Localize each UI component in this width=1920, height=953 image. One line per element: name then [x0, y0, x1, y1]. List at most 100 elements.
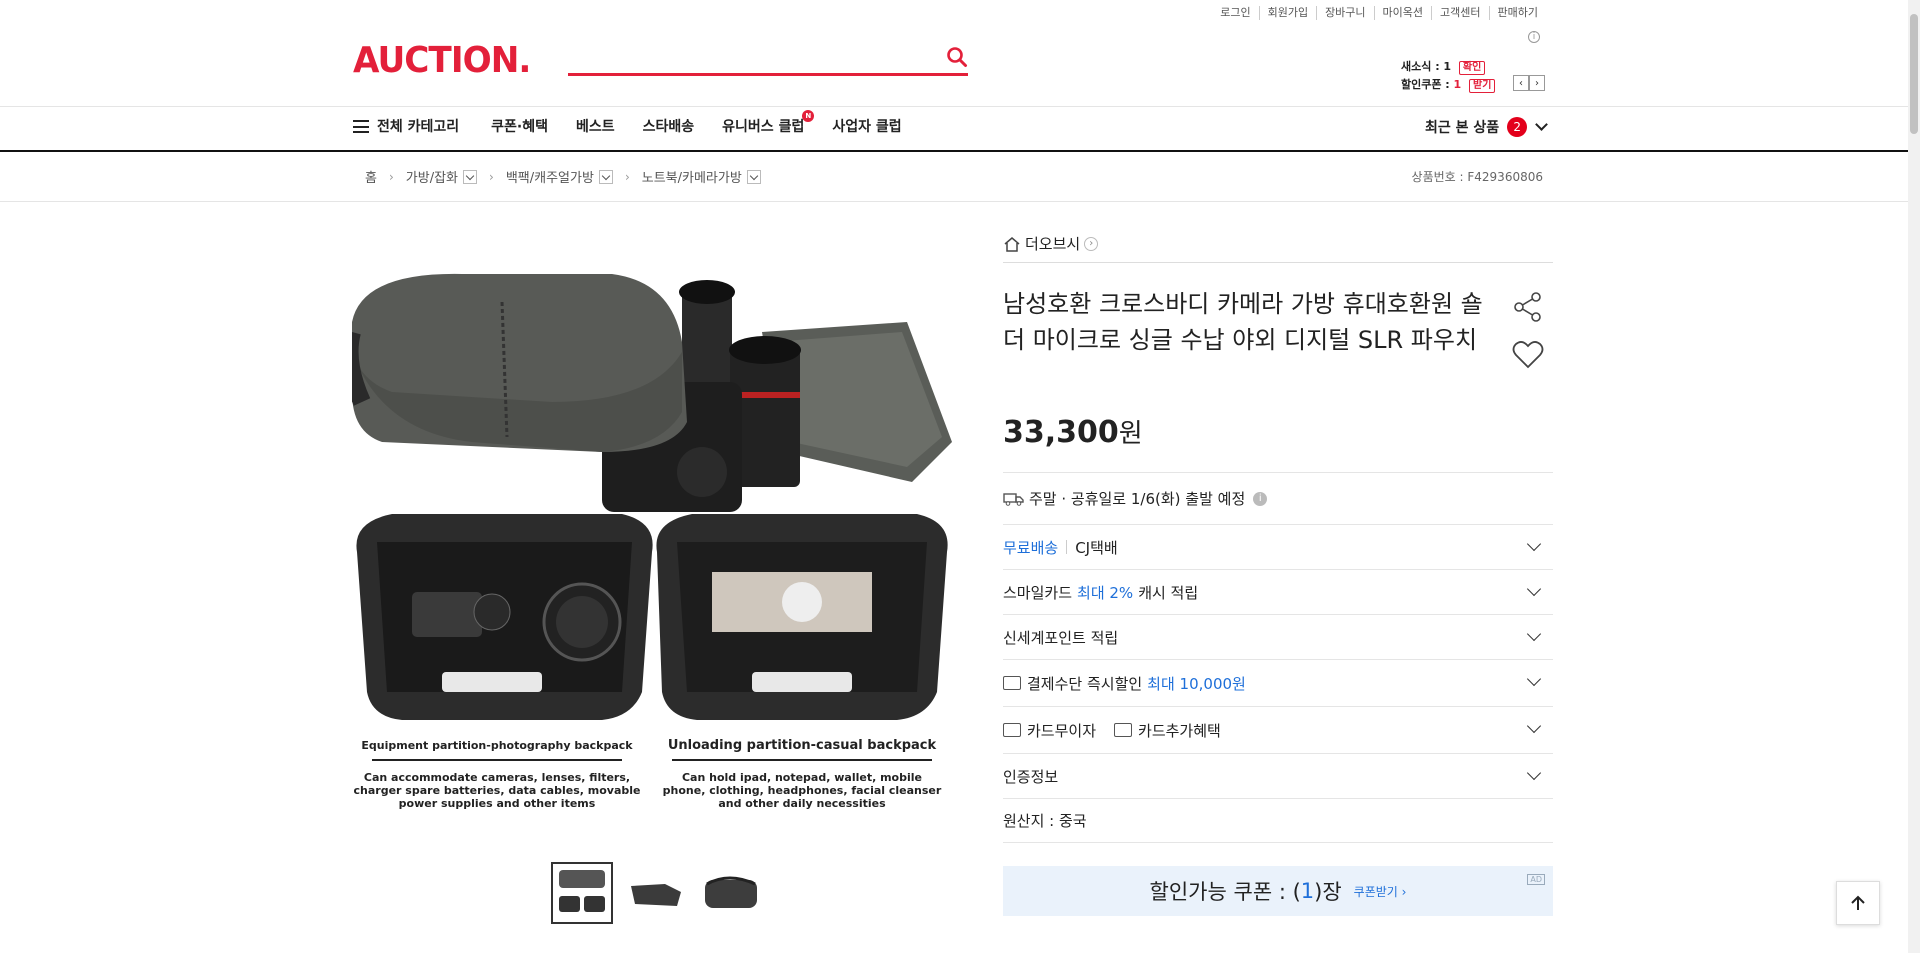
breadcrumb-level-1[interactable]: 가방/잡화 [406, 167, 458, 186]
left-caption-desc: Can accommodate cameras, lenses, filters… [353, 771, 641, 810]
breadcrumb: 홈 › 가방/잡화 › 백팩/캐주얼가방 › 노트북/카메라가방 [365, 167, 761, 186]
chevron-down-icon [1535, 118, 1549, 131]
nav-star-delivery[interactable]: 스타배송 [643, 116, 695, 136]
shipping-date-text: 주말 · 공휴일로 1/6(화) 출발 예정 [1029, 490, 1246, 508]
nav-best[interactable]: 베스트 [576, 116, 615, 136]
my-auction-link[interactable]: 마이옥션 [1373, 6, 1431, 20]
chevron-down-icon [1526, 765, 1542, 781]
news-notice: 새소식 : 1 확인 [1401, 58, 1486, 75]
thumbnail-3[interactable] [699, 862, 761, 924]
coupon-count: 1 [1453, 78, 1462, 91]
breadcrumb-level-3[interactable]: 노트북/카메라가방 [642, 167, 742, 186]
coupon-banner-label: 할인가능 쿠폰 : ( [1149, 880, 1301, 904]
news-label: 새소식 : 1 [1401, 60, 1452, 73]
certification-label: 인증정보 [1003, 767, 1059, 786]
card-benefit-row[interactable]: 카드무이자 카드추가혜택 [1003, 706, 1553, 753]
payment-discount-highlight: 최대 10,000원 [1147, 674, 1246, 693]
thumbnail-list [551, 862, 761, 924]
breadcrumb-level-2[interactable]: 백팩/캐주얼가방 [506, 167, 594, 186]
search-input[interactable] [568, 40, 928, 72]
card-benefit-label[interactable]: 카드추가혜택 [1138, 720, 1221, 741]
chevron-down-icon [1526, 536, 1542, 552]
divider [372, 759, 622, 761]
dropdown-icon[interactable] [463, 169, 478, 184]
payment-discount-label: 결제수단 즉시할인 [1027, 674, 1143, 693]
product-price: 33,300원 [1003, 413, 1143, 450]
customer-center-link[interactable]: 고객센터 [1431, 6, 1488, 20]
scrollbar-thumb[interactable] [1910, 14, 1918, 134]
next-arrow-icon[interactable]: › [1529, 75, 1545, 91]
truck-icon [1003, 492, 1024, 506]
utility-links: 로그인 회원가입 장바구니 마이옥션 고객센터 판매하기 [1212, 6, 1546, 20]
divider [0, 201, 1908, 202]
chevron-right-icon: › [1084, 236, 1099, 251]
breadcrumb-home[interactable]: 홈 [365, 167, 377, 186]
product-main-image[interactable]: Equipment partition-photography backpack… [340, 252, 952, 812]
benefit-rows: 주말 · 공휴일로 1/6(화) 출발 예정 i 무료배송 CJ택배 스마일카드… [1003, 472, 1553, 843]
chevron-down-icon [1526, 718, 1542, 734]
shipping-row[interactable]: 무료배송 CJ택배 [1003, 524, 1553, 569]
cart-link[interactable]: 장바구니 [1316, 6, 1373, 20]
divider [0, 150, 1908, 152]
signup-link[interactable]: 회원가입 [1258, 6, 1316, 20]
interest-free-label[interactable]: 카드무이자 [1027, 720, 1096, 741]
certification-row[interactable]: 인증정보 [1003, 753, 1553, 798]
main-nav: 전체 카테고리 쿠폰·혜택 베스트 스타배송 유니버스 클럽 N 사업자 클럽 [353, 110, 930, 136]
thumbnail-2[interactable] [625, 862, 687, 924]
login-link[interactable]: 로그인 [1212, 6, 1258, 20]
news-check-button[interactable]: 확인 [1458, 61, 1486, 75]
shinsegae-point-row[interactable]: 신세계포인트 적립 [1003, 614, 1553, 659]
sell-link[interactable]: 판매하기 [1488, 6, 1546, 20]
right-caption-title: Unloading partition-casual backpack [667, 738, 937, 753]
coupon-label: 할인쿠폰 : [1401, 78, 1454, 91]
heart-icon[interactable] [1512, 340, 1544, 370]
new-badge: N [802, 110, 815, 122]
all-categories-label: 전체 카테고리 [377, 119, 460, 135]
product-title: 남성호환 크로스바디 카메라 가방 휴대호환원 숄더 마이크로 싱글 수납 야외… [1003, 290, 1483, 354]
discount-percent-icon [1003, 676, 1021, 690]
search-icon[interactable] [946, 46, 968, 68]
hamburger-icon [353, 120, 369, 133]
chevron-down-icon [1526, 581, 1542, 597]
product-number: 상품번호 : F429360806 [1411, 170, 1543, 184]
info-icon[interactable]: i [1528, 31, 1540, 43]
prev-arrow-icon[interactable]: ‹ [1513, 75, 1529, 91]
share-icon[interactable] [1512, 291, 1544, 323]
nav-universe-label: 유니버스 클럽 [722, 119, 805, 135]
store-name: 더오브시 [1025, 235, 1081, 253]
info-icon[interactable]: i [1253, 491, 1268, 506]
shipping-date-row: 주말 · 공휴일로 1/6(화) 출발 예정 i [1003, 472, 1553, 524]
scroll-top-button[interactable] [1836, 881, 1880, 925]
recent-viewed-button[interactable]: 최근 본 상품 2 [1425, 117, 1549, 137]
smile-card-row[interactable]: 스마일카드 최대 2% 캐시 적립 [1003, 569, 1553, 614]
page-scrollbar[interactable] [1908, 0, 1920, 953]
recent-label: 최근 본 상품 [1425, 120, 1500, 136]
price-unit: 원 [1118, 419, 1143, 449]
dropdown-icon[interactable] [598, 169, 613, 184]
ad-badge: AD [1527, 874, 1545, 885]
coupon-banner-unit: )장 [1314, 880, 1342, 904]
smile-card-suffix: 캐시 적립 [1138, 583, 1199, 602]
nav-universe-club[interactable]: 유니버스 클럽 N [722, 110, 815, 136]
dropdown-icon[interactable] [746, 169, 761, 184]
coupon-banner-count: 1 [1300, 879, 1315, 903]
divider [672, 759, 932, 761]
payment-discount-row[interactable]: 결제수단 즉시할인 최대 10,000원 [1003, 659, 1553, 706]
all-categories-button[interactable]: 전체 카테고리 [353, 116, 459, 136]
coupon-banner[interactable]: 할인가능 쿠폰 : (1)장 쿠폰받기 › AD [1003, 866, 1553, 916]
utility-bar: 로그인 회원가입 장바구니 마이옥션 고객센터 판매하기 [0, 6, 1920, 22]
auction-logo[interactable]: AUCTION. [353, 40, 531, 81]
left-caption-title: Equipment partition-photography backpack [361, 739, 633, 752]
camera-bag-image [340, 273, 952, 720]
thumbnail-1[interactable] [551, 862, 613, 924]
nav-business-club[interactable]: 사업자 클럽 [832, 116, 901, 136]
divider [1003, 262, 1553, 263]
chevron-down-icon [1526, 626, 1542, 642]
nav-coupon-benefit[interactable]: 쿠폰·혜택 [491, 116, 548, 136]
chevron-right-icon: › [489, 169, 494, 184]
chevron-right-icon: › [624, 169, 630, 184]
store-link[interactable]: 더오브시 › [1003, 233, 1099, 254]
coupon-get-link[interactable]: 쿠폰받기 › [1354, 883, 1407, 900]
courier-label: CJ택배 [1075, 538, 1118, 557]
coupon-get-button[interactable]: 받기 [1469, 79, 1496, 93]
